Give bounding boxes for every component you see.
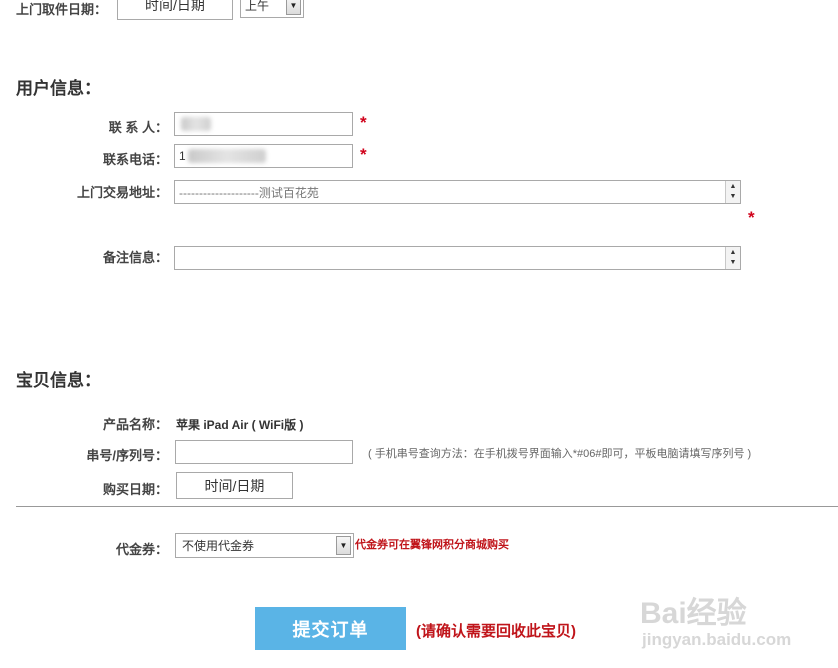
purchase-date-label: 购买日期： xyxy=(102,482,168,497)
purchase-date-button[interactable]: 时间/日期 xyxy=(176,472,293,499)
voucher-label: 代金券： xyxy=(115,542,168,557)
serial-input[interactable] xyxy=(175,440,353,464)
contact-label: 联 系 人： xyxy=(108,120,168,135)
contact-input[interactable] xyxy=(174,112,353,136)
remarks-label: 备注信息： xyxy=(102,250,168,265)
product-name-label: 产品名称： xyxy=(102,417,168,432)
user-info-heading: 用户信息： xyxy=(16,79,101,98)
phone-redacted xyxy=(187,149,266,163)
submit-order-button[interactable]: 提交订单 xyxy=(255,607,406,650)
product-name-value: 苹果 iPad Air ( WiFi版 ) xyxy=(176,418,304,432)
remarks-scrollbar[interactable]: ▲ ▼ xyxy=(725,247,740,269)
remarks-textarea[interactable]: ▲ ▼ xyxy=(174,246,741,270)
scroll-up-icon[interactable]: ▲ xyxy=(730,249,737,257)
baidu-jingyan-url: jingyan.baidu.com xyxy=(642,630,792,649)
contact-required-mark: * xyxy=(360,113,367,132)
pickup-period-value: 上午 xyxy=(245,0,270,13)
pickup-date-button[interactable]: 时间/日期 xyxy=(117,0,233,20)
address-textarea[interactable]: --------------------测试百花苑 ▲ ▼ xyxy=(174,180,741,204)
baidu-jingyan-logo: Bai经验 xyxy=(640,588,747,632)
phone-input[interactable]: 1 xyxy=(174,144,353,168)
pickup-period-select[interactable]: 上午 ▼ xyxy=(240,0,304,18)
scroll-down-icon[interactable]: ▼ xyxy=(730,259,737,267)
contact-redacted xyxy=(181,117,211,131)
baidu-logo-text: Bai经验 xyxy=(640,597,747,630)
address-value: --------------------测试百花苑 xyxy=(179,186,319,200)
chevron-down-icon[interactable]: ▼ xyxy=(336,536,351,555)
phone-value: 1 xyxy=(179,149,186,163)
chevron-down-icon[interactable]: ▼ xyxy=(286,0,301,15)
confirm-recycle-text: (请确认需要回收此宝贝) xyxy=(416,623,576,640)
phone-label: 联系电话： xyxy=(102,152,168,167)
address-scrollbar[interactable]: ▲ ▼ xyxy=(725,181,740,203)
voucher-selected: 不使用代金券 xyxy=(182,539,255,553)
pickup-date-label: 上门取件日期： xyxy=(16,2,108,17)
voucher-note: 代金券可在翼锋网积分商城购买 xyxy=(355,539,509,551)
scroll-down-icon[interactable]: ▼ xyxy=(730,193,737,201)
phone-required-mark: * xyxy=(360,145,367,164)
serial-label: 串号/序列号： xyxy=(86,448,168,463)
voucher-select[interactable]: 不使用代金券 ▼ xyxy=(175,533,354,558)
item-info-heading: 宝贝信息： xyxy=(16,371,101,390)
address-label: 上门交易地址： xyxy=(76,185,168,200)
scroll-up-icon[interactable]: ▲ xyxy=(730,183,737,191)
serial-hint: ( 手机串号查询方法：在手机拨号界面输入*#06#即可，平板电脑请填写序列号 ) xyxy=(368,448,752,460)
section-divider xyxy=(16,506,838,507)
address-required-mark: * xyxy=(748,208,755,227)
